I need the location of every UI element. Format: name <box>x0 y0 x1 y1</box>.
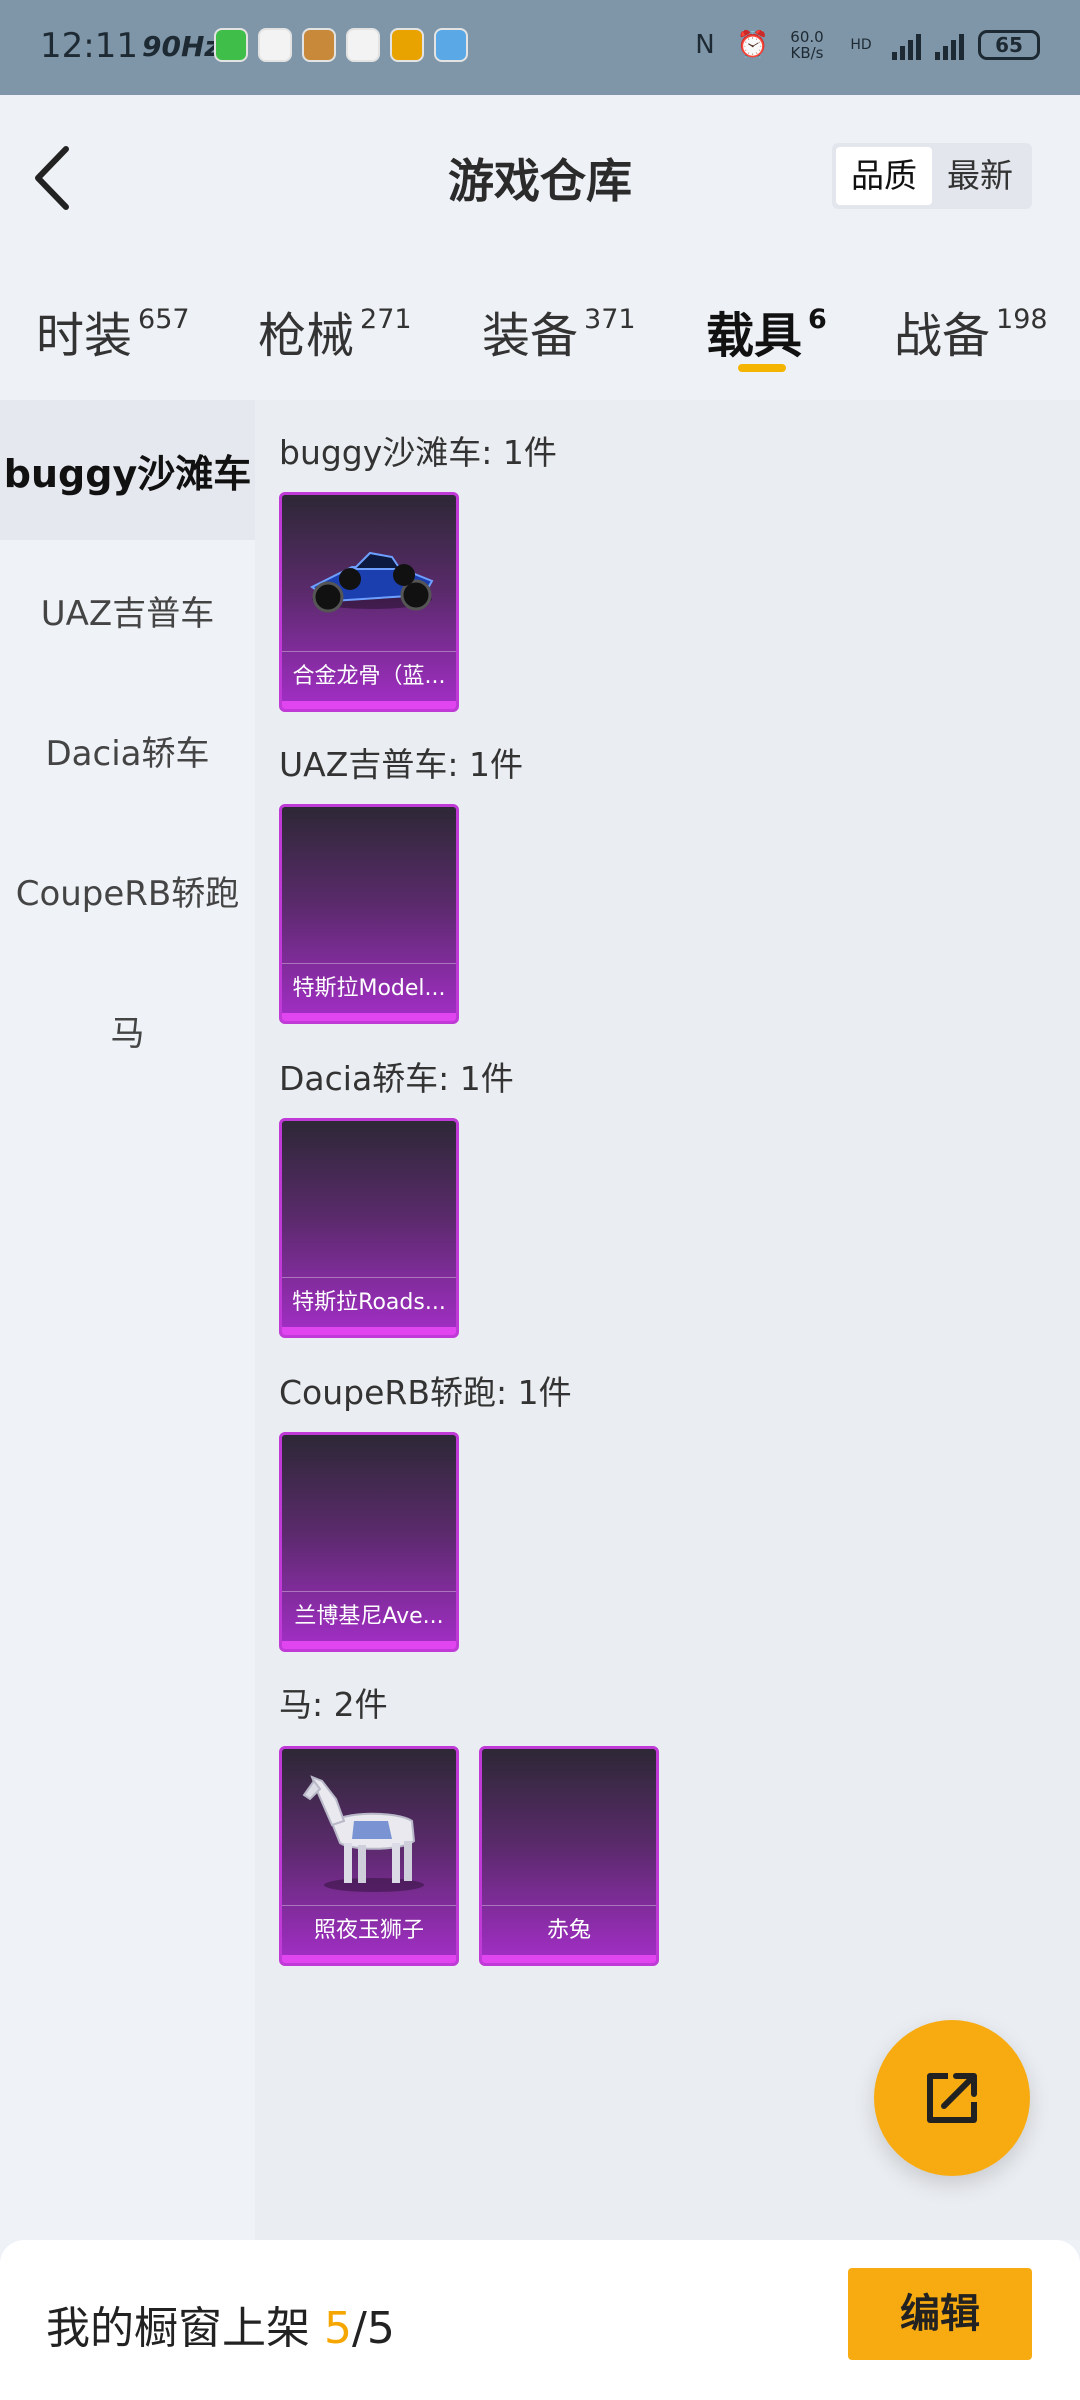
share-icon <box>927 2073 977 2123</box>
active-tab-indicator <box>738 364 786 372</box>
battery-icon: 65 <box>978 30 1040 60</box>
tab-count: 6 <box>808 304 827 335</box>
sidebar-item-couperb[interactable]: CoupeRB轿跑 <box>0 820 255 960</box>
item-card[interactable]: 兰博基尼Ave... <box>279 1432 459 1652</box>
net-speed: 60.0 KB/s <box>790 28 824 62</box>
tab-label: 枪械 <box>258 308 355 364</box>
hd-icon: HD <box>850 37 872 53</box>
share-button[interactable] <box>874 2020 1030 2176</box>
app-icon <box>434 28 468 62</box>
tab-label: 装备 <box>482 308 579 364</box>
vehicle-type-sidebar: buggy沙滩车 UAZ吉普车 Dacia轿车 CoupeRB轿跑 马 <box>0 400 255 2240</box>
tab-vehicles[interactable]: 载具 6 <box>706 296 827 366</box>
showcase-bar: 我的橱窗上架 5/5 编辑 <box>0 2240 1080 2400</box>
showcase-label: 我的橱窗上架 <box>46 2303 310 2354</box>
nfc-icon: N <box>695 30 715 60</box>
tab-guns[interactable]: 枪械 271 <box>258 296 412 366</box>
alarm-icon: ⏰ <box>736 30 770 60</box>
horse-icon <box>302 1775 424 1892</box>
store-icon <box>302 28 336 62</box>
item-name: 赤兔 <box>482 1905 656 1955</box>
tab-count: 657 <box>138 304 190 335</box>
item-card[interactable]: 照夜玉狮子 <box>279 1746 459 1966</box>
showcase-separator: / <box>352 2303 367 2354</box>
section-title: 马: 2件 <box>279 1685 388 1724</box>
sidebar-item-dacia[interactable]: Dacia轿车 <box>0 680 255 820</box>
item-name: 照夜玉狮子 <box>282 1905 456 1955</box>
sidebar-item-buggy[interactable]: buggy沙滩车 <box>0 400 255 540</box>
tab-label: 时装 <box>36 308 133 364</box>
item-card[interactable]: 赤兔 <box>479 1746 659 1966</box>
showcase-status: 我的橱窗上架 5/5 <box>46 2292 395 2356</box>
chat-icon <box>258 28 292 62</box>
item-card[interactable]: 特斯拉Roads... <box>279 1118 459 1338</box>
item-name: 兰博基尼Ave... <box>282 1591 456 1641</box>
category-tabs: 时装 657 枪械 271 装备 371 载具 6 战备 198 <box>0 260 1080 400</box>
item-card[interactable]: 合金龙骨（蓝... <box>279 492 459 712</box>
tab-count: 371 <box>584 304 636 335</box>
refresh-rate: 90Hz <box>142 30 221 63</box>
item-card[interactable]: 特斯拉Model... <box>279 804 459 1024</box>
notification-icons <box>214 28 468 62</box>
section-title: Dacia轿车: 1件 <box>279 1059 514 1098</box>
tab-label: 载具 <box>706 308 803 364</box>
status-bar: 12:11 90Hz N ⏰ 60.0 KB/s HD 65 <box>0 0 1080 95</box>
item-name: 特斯拉Model... <box>282 963 456 1013</box>
header: 游戏仓库 品质 最新 <box>0 95 1080 260</box>
shield-icon <box>390 28 424 62</box>
sidebar-item-uaz[interactable]: UAZ吉普车 <box>0 540 255 680</box>
signal-5g-icon <box>935 30 964 60</box>
wechat-icon <box>214 28 248 62</box>
section-title: UAZ吉普车: 1件 <box>279 745 523 784</box>
tab-fashion[interactable]: 时装 657 <box>36 296 190 366</box>
status-time: 12:11 <box>40 26 138 66</box>
tab-count: 198 <box>996 304 1048 335</box>
tab-label: 战备 <box>894 308 991 364</box>
sidebar-item-horse[interactable]: 马 <box>0 960 255 1100</box>
tab-count: 271 <box>360 304 412 335</box>
sort-newest[interactable]: 最新 <box>932 147 1028 205</box>
edit-button[interactable]: 编辑 <box>848 2268 1032 2360</box>
sort-toggle: 品质 最新 <box>832 143 1032 209</box>
item-list: buggy沙滩车: 1件 合金龙骨（蓝... UAZ吉普车: 1件 特斯拉Mod… <box>255 400 1080 2240</box>
section-title: buggy沙滩车: 1件 <box>279 433 557 472</box>
section-title: CoupeRB轿跑: 1件 <box>279 1373 572 1412</box>
showcase-count: 5 <box>324 2303 352 2354</box>
tab-supplies[interactable]: 战备 198 <box>894 296 1048 366</box>
item-name: 特斯拉Roads... <box>282 1277 456 1327</box>
tab-equipment[interactable]: 装备 371 <box>482 296 636 366</box>
item-name: 合金龙骨（蓝... <box>282 651 456 701</box>
showcase-total: 5 <box>366 2303 395 2354</box>
signal-5g-icon <box>892 30 921 60</box>
sort-quality[interactable]: 品质 <box>836 147 932 205</box>
trash-icon <box>346 28 380 62</box>
buggy-icon <box>310 551 434 613</box>
